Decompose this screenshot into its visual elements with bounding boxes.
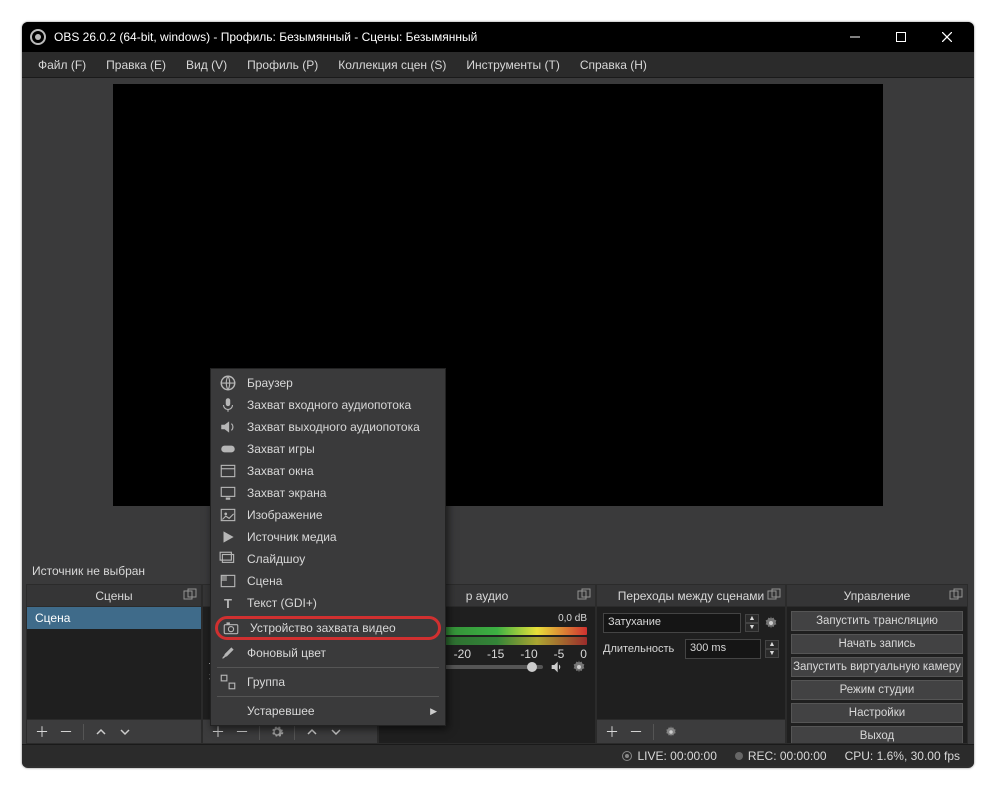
- window-icon: [219, 463, 237, 479]
- docks: Сцены Сцена ＋ － Источники ли зд: [22, 584, 974, 744]
- slideshow-icon: [219, 551, 237, 567]
- controls-body: Запустить трансляцию Начать запись Запус…: [787, 607, 967, 743]
- menu-file[interactable]: Файл (F): [28, 54, 96, 76]
- transition-add-button[interactable]: ＋: [601, 722, 623, 742]
- separator: [217, 667, 439, 668]
- transition-select[interactable]: Затухание: [603, 613, 741, 633]
- start-vcam-button[interactable]: Запустить виртуальную камеру: [791, 657, 963, 677]
- menu-tools[interactable]: Инструменты (T): [456, 54, 569, 76]
- transition-gear-button[interactable]: [660, 722, 682, 742]
- popout-icon[interactable]: [949, 588, 963, 602]
- app-window: OBS 26.0.2 (64-bit, windows) - Профиль: …: [22, 22, 974, 768]
- ctx-game-capture[interactable]: Захват игры: [211, 438, 445, 460]
- panel-audio-title: р аудио: [466, 589, 509, 603]
- settings-button[interactable]: Настройки: [791, 703, 963, 723]
- start-record-button[interactable]: Начать запись: [791, 634, 963, 654]
- menu-profile[interactable]: Профиль (P): [237, 54, 328, 76]
- panel-scenes-header: Сцены: [27, 585, 201, 607]
- transition-remove-button[interactable]: －: [625, 722, 647, 742]
- panel-transitions-title: Переходы между сценами: [618, 589, 764, 603]
- panel-scenes-title: Сцены: [95, 589, 132, 603]
- panel-transitions-header: Переходы между сценами: [597, 585, 785, 607]
- separator: [653, 724, 654, 740]
- text-icon: T: [219, 595, 237, 611]
- menu-help[interactable]: Справка (H): [570, 54, 657, 76]
- scene-down-button[interactable]: [114, 722, 136, 742]
- add-source-context-menu: Браузер Захват входного аудиопотока Захв…: [210, 368, 446, 726]
- ctx-window-capture[interactable]: Захват окна: [211, 460, 445, 482]
- ctx-display-capture[interactable]: Захват экрана: [211, 482, 445, 504]
- exit-button[interactable]: Выход: [791, 726, 963, 743]
- statusbar: LIVE: 00:00:00 REC: 00:00:00 CPU: 1.6%, …: [22, 744, 974, 766]
- menubar: Файл (F) Правка (E) Вид (V) Профиль (P) …: [22, 52, 974, 78]
- minimize-button[interactable]: [832, 22, 878, 52]
- globe-icon: [219, 375, 237, 391]
- gear-icon[interactable]: [763, 615, 779, 631]
- menu-edit[interactable]: Правка (E): [96, 54, 176, 76]
- ctx-image[interactable]: Изображение: [211, 504, 445, 526]
- play-icon: [219, 529, 237, 545]
- window-title: OBS 26.0.2 (64-bit, windows) - Профиль: …: [54, 30, 832, 44]
- ctx-color-source[interactable]: Фоновый цвет: [211, 642, 445, 664]
- mic-icon: [219, 397, 237, 413]
- brush-icon: [219, 645, 237, 661]
- menu-scene-collection[interactable]: Коллекция сцен (S): [328, 54, 456, 76]
- no-source-label: Источник не выбран: [22, 558, 974, 584]
- separator: [83, 724, 84, 740]
- scenes-list[interactable]: Сцена: [27, 607, 201, 719]
- duration-label: Длительность: [603, 643, 681, 655]
- popout-icon[interactable]: [767, 588, 781, 602]
- scene-remove-button[interactable]: －: [55, 722, 77, 742]
- close-button[interactable]: [924, 22, 970, 52]
- rec-status: REC: 00:00:00: [735, 749, 827, 763]
- ctx-browser[interactable]: Браузер: [211, 372, 445, 394]
- separator: [217, 696, 439, 697]
- maximize-button[interactable]: [878, 22, 924, 52]
- studio-mode-button[interactable]: Режим студии: [791, 680, 963, 700]
- panel-controls-title: Управление: [844, 589, 911, 603]
- transition-spin[interactable]: ▲▼: [745, 614, 759, 632]
- broadcast-icon: [622, 751, 632, 761]
- ctx-deprecated[interactable]: Устаревшее: [211, 700, 445, 722]
- duration-spin[interactable]: ▲▼: [765, 640, 779, 658]
- speaker-icon: [219, 419, 237, 435]
- image-icon: [219, 507, 237, 523]
- scene-add-button[interactable]: ＋: [31, 722, 53, 742]
- popout-icon[interactable]: [183, 588, 197, 602]
- popout-icon[interactable]: [577, 588, 591, 602]
- speaker-icon[interactable]: [549, 659, 565, 675]
- scene-icon: [219, 573, 237, 589]
- ctx-text[interactable]: TТекст (GDI+): [211, 592, 445, 614]
- ctx-audio-input[interactable]: Захват входного аудиопотока: [211, 394, 445, 416]
- scene-up-button[interactable]: [90, 722, 112, 742]
- start-stream-button[interactable]: Запустить трансляцию: [791, 611, 963, 631]
- scene-item[interactable]: Сцена: [27, 607, 201, 629]
- menu-view[interactable]: Вид (V): [176, 54, 237, 76]
- panel-scenes: Сцены Сцена ＋ －: [26, 584, 202, 744]
- panel-transitions: Переходы между сценами Затухание ▲▼ Длит…: [596, 584, 786, 744]
- ctx-media-source[interactable]: Источник медиа: [211, 526, 445, 548]
- ctx-slideshow[interactable]: Слайдшоу: [211, 548, 445, 570]
- ctx-scene[interactable]: Сцена: [211, 570, 445, 592]
- group-icon: [219, 674, 237, 690]
- gear-icon[interactable]: [571, 659, 587, 675]
- ctx-group[interactable]: Группа: [211, 671, 445, 693]
- duration-input[interactable]: 300 ms: [685, 639, 761, 659]
- gamepad-icon: [219, 441, 237, 457]
- cpu-status: CPU: 1.6%, 30.00 fps: [845, 749, 960, 763]
- transitions-body: Затухание ▲▼ Длительность 300 ms ▲▼: [597, 607, 785, 719]
- panel-controls-header: Управление: [787, 585, 967, 607]
- camera-icon: [222, 620, 240, 636]
- monitor-icon: [219, 485, 237, 501]
- obs-logo-icon: [30, 29, 46, 45]
- preview-area: [22, 78, 974, 558]
- record-icon: [735, 752, 743, 760]
- ctx-video-capture[interactable]: Устройство захвата видео: [215, 616, 441, 640]
- live-status: LIVE: 00:00:00: [622, 749, 716, 763]
- titlebar: OBS 26.0.2 (64-bit, windows) - Профиль: …: [22, 22, 974, 52]
- ctx-audio-output[interactable]: Захват выходного аудиопотока: [211, 416, 445, 438]
- panel-controls: Управление Запустить трансляцию Начать з…: [786, 584, 968, 744]
- audio-db-value: 0,0 dB: [558, 613, 587, 625]
